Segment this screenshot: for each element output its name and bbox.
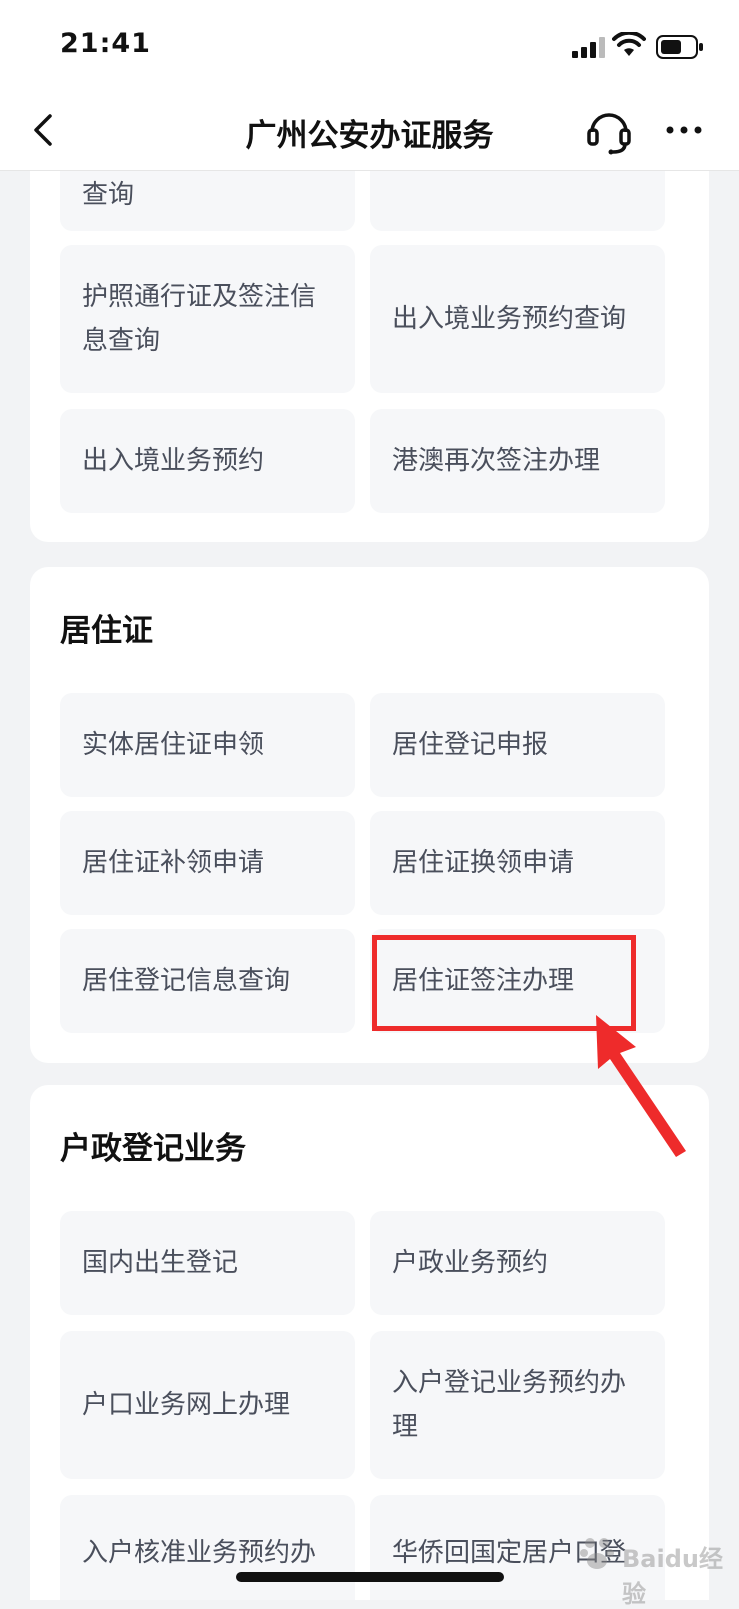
section-title-household: 户政登记业务	[60, 1131, 246, 1167]
baidu-watermark: Baidu经验	[578, 1525, 728, 1608]
status-time: 21:41	[60, 28, 151, 59]
tile-registration-info-query[interactable]: 居住登记信息查询	[60, 929, 355, 1033]
tile-domestic-birth-registration[interactable]: 国内出生登记	[60, 1211, 355, 1315]
home-indicator[interactable]	[236, 1572, 504, 1582]
battery-icon	[656, 35, 703, 59]
tile-permit-renewal[interactable]: 居住证换领申请	[370, 811, 665, 915]
cellular-signal-icon	[572, 37, 605, 58]
tile-permit-reissue[interactable]: 居住证补领申请	[60, 811, 355, 915]
tile-entry-exit-query[interactable]: 查询	[60, 171, 355, 231]
tile-settlement-appointment[interactable]: 入户登记业务预约办理	[370, 1331, 665, 1479]
residence-permit-section-card: 居住证 实体居住证申领 居住登记申报 居住证补领申请 居住证换领申请 居住登记信…	[30, 567, 709, 1063]
tile-settlement-approval-appointment[interactable]: 入户核准业务预约办	[60, 1495, 355, 1600]
tile-household-appointment[interactable]: 户政业务预约	[370, 1211, 665, 1315]
paw-logo-icon	[580, 1538, 614, 1569]
watermark-text: Baidu经验	[622, 1545, 723, 1608]
section-title-residence: 居住证	[60, 613, 153, 649]
tile-entry-exit-blank[interactable]	[370, 171, 665, 231]
tile-hk-macao-re-endorsement[interactable]: 港澳再次签注办理	[370, 409, 665, 513]
entry-exit-section-card: 查询 护照通行证及签注信息查询 出入境业务预约查询 出入境业务预约 港澳再次签注…	[30, 171, 709, 542]
content-scroll-area[interactable]: 查询 护照通行证及签注信息查询 出入境业务预约查询 出入境业务预约 港澳再次签注…	[0, 171, 739, 1600]
more-options-icon[interactable]	[664, 118, 704, 142]
tile-household-online[interactable]: 户口业务网上办理	[60, 1331, 355, 1479]
tile-physical-permit-apply[interactable]: 实体居住证申领	[60, 693, 355, 797]
tile-residence-registration[interactable]: 居住登记申报	[370, 693, 665, 797]
tile-permit-endorsement[interactable]: 居住证签注办理	[370, 929, 665, 1033]
household-registration-section-card: 户政登记业务 国内出生登记 户政业务预约 户口业务网上办理 入户登记业务预约办理…	[30, 1085, 709, 1600]
tile-entry-exit-appointment[interactable]: 出入境业务预约	[60, 409, 355, 513]
wifi-icon	[612, 32, 646, 56]
status-bar: 21:41	[0, 0, 739, 90]
tile-passport-endorsement-query[interactable]: 护照通行证及签注信息查询	[60, 245, 355, 393]
tile-entry-exit-appointment-query[interactable]: 出入境业务预约查询	[370, 245, 665, 393]
navigation-bar: 广州公安办证服务	[0, 90, 739, 171]
customer-service-headset-icon[interactable]	[585, 104, 633, 156]
